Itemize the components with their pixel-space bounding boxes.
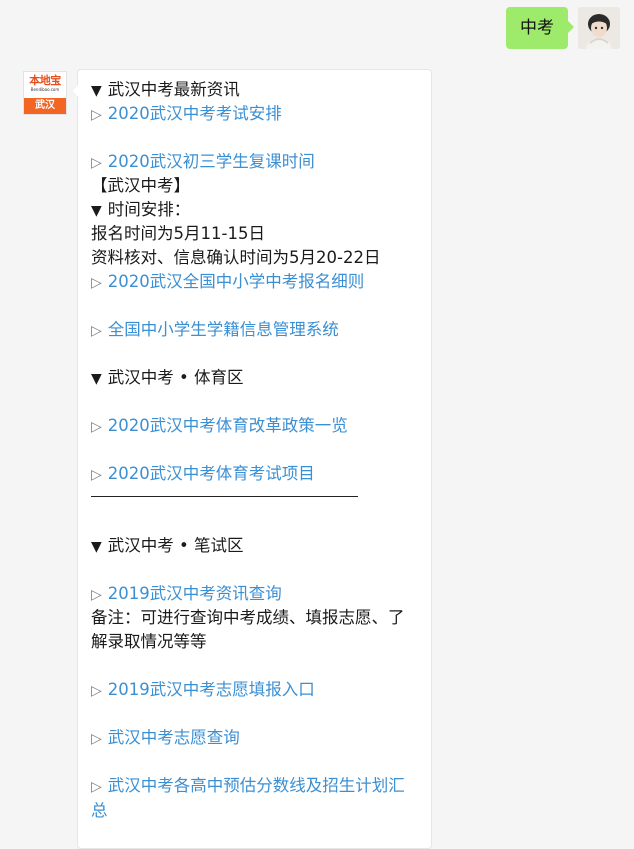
play-triangle-icon: ▷: [91, 419, 102, 435]
heading-news-text: 武汉中考最新资讯: [107, 80, 240, 99]
outgoing-bubble[interactable]: 中考: [506, 7, 574, 49]
down-triangle-icon: ▼: [91, 83, 102, 99]
play-triangle-icon: ▷: [91, 107, 102, 123]
heading-schedule: ▼ 时间安排：: [91, 198, 419, 222]
bendibao-logo: 本地宝 Bendibao.com: [24, 74, 66, 98]
heading-sports-text: 武汉中考 • 体育区: [107, 368, 244, 387]
link-sports-policy[interactable]: ▷ 2020武汉中考体育改革政策一览: [91, 414, 419, 438]
logo-url: Bendibao.com: [30, 87, 60, 92]
logo-text: 本地宝: [29, 74, 61, 87]
bot-avatar[interactable]: 本地宝 Bendibao.com 武汉: [23, 71, 67, 115]
link-signup-detail[interactable]: ▷ 2020武汉全国中小学中考报名细则: [91, 270, 419, 294]
play-triangle-icon: ▷: [91, 275, 102, 291]
play-triangle-icon: ▷: [91, 155, 102, 171]
link-wish-query[interactable]: ▷ 武汉中考志愿查询: [91, 726, 419, 750]
note-text: 备注：可进行查询中考成绩、填报志愿、了解录取情况等等: [91, 608, 405, 651]
play-triangle-icon: ▷: [91, 731, 102, 747]
user-avatar[interactable]: [578, 7, 620, 49]
down-triangle-icon: ▼: [91, 371, 102, 387]
link-2019-wish[interactable]: ▷ 2019武汉中考志愿填报入口: [91, 678, 419, 702]
link-sports-policy-text[interactable]: 2020武汉中考体育改革政策一览: [108, 416, 348, 435]
down-triangle-icon: ▼: [91, 203, 102, 219]
incoming-bubble: ▼ 武汉中考最新资讯 ▷ 2020武汉中考考试安排 ▷ 2020武汉初三学生复课时间 …: [71, 69, 432, 849]
user-avatar-icon: [578, 7, 620, 49]
play-triangle-icon: ▷: [91, 683, 102, 699]
link-resume-time-text[interactable]: 2020武汉初三学生复课时间: [108, 152, 315, 171]
link-2019-wish-text[interactable]: 2019武汉中考志愿填报入口: [108, 680, 315, 699]
play-triangle-icon: ▷: [91, 779, 102, 795]
link-2019-news[interactable]: ▷ 2019武汉中考资讯查询: [91, 582, 419, 606]
heading-sports: ▼ 武汉中考 • 体育区: [91, 366, 419, 390]
down-triangle-icon: ▼: [91, 539, 102, 555]
outgoing-text: 中考: [520, 18, 554, 38]
play-triangle-icon: ▷: [91, 587, 102, 603]
play-triangle-icon: ▷: [91, 323, 102, 339]
link-scores-text[interactable]: 武汉中考各高中预估分数线及招生计划汇总: [91, 776, 405, 820]
heading-written: ▼ 武汉中考 • 笔试区: [91, 534, 419, 558]
bracket-title: 【武汉中考】: [91, 176, 190, 195]
link-resume-time[interactable]: ▷ 2020武汉初三学生复课时间: [91, 150, 419, 174]
link-exam-arrangement[interactable]: ▷ 2020武汉中考考试安排: [91, 102, 419, 126]
link-exam-arrangement-text[interactable]: 2020武汉中考考试安排: [108, 104, 282, 123]
heading-written-text: 武汉中考 • 笔试区: [107, 536, 244, 555]
heading-news: ▼ 武汉中考最新资讯: [91, 78, 419, 102]
play-triangle-icon: ▷: [91, 467, 102, 483]
link-signup-detail-text[interactable]: 2020武汉全国中小学中考报名细则: [108, 272, 365, 291]
verify-time-text: 资料核对、信息确认时间为5月20-22日: [91, 248, 381, 267]
link-student-system[interactable]: ▷ 全国中小学生学籍信息管理系统: [91, 318, 419, 342]
link-wish-query-text[interactable]: 武汉中考志愿查询: [108, 728, 240, 747]
link-2019-news-text[interactable]: 2019武汉中考资讯查询: [108, 584, 282, 603]
logo-city: 武汉: [24, 98, 66, 114]
link-student-system-text[interactable]: 全国中小学生学籍信息管理系统: [108, 320, 339, 339]
divider: [91, 496, 358, 497]
outgoing-message: 中考: [506, 7, 620, 49]
link-scores[interactable]: ▷ 武汉中考各高中预估分数线及招生计划汇总: [91, 774, 419, 823]
link-sports-items[interactable]: ▷ 2020武汉中考体育考试项目: [91, 462, 419, 486]
signup-time-text: 报名时间为5月11-15日: [91, 224, 265, 243]
link-sports-items-text[interactable]: 2020武汉中考体育考试项目: [108, 464, 315, 483]
heading-schedule-text: 时间安排：: [107, 200, 191, 219]
